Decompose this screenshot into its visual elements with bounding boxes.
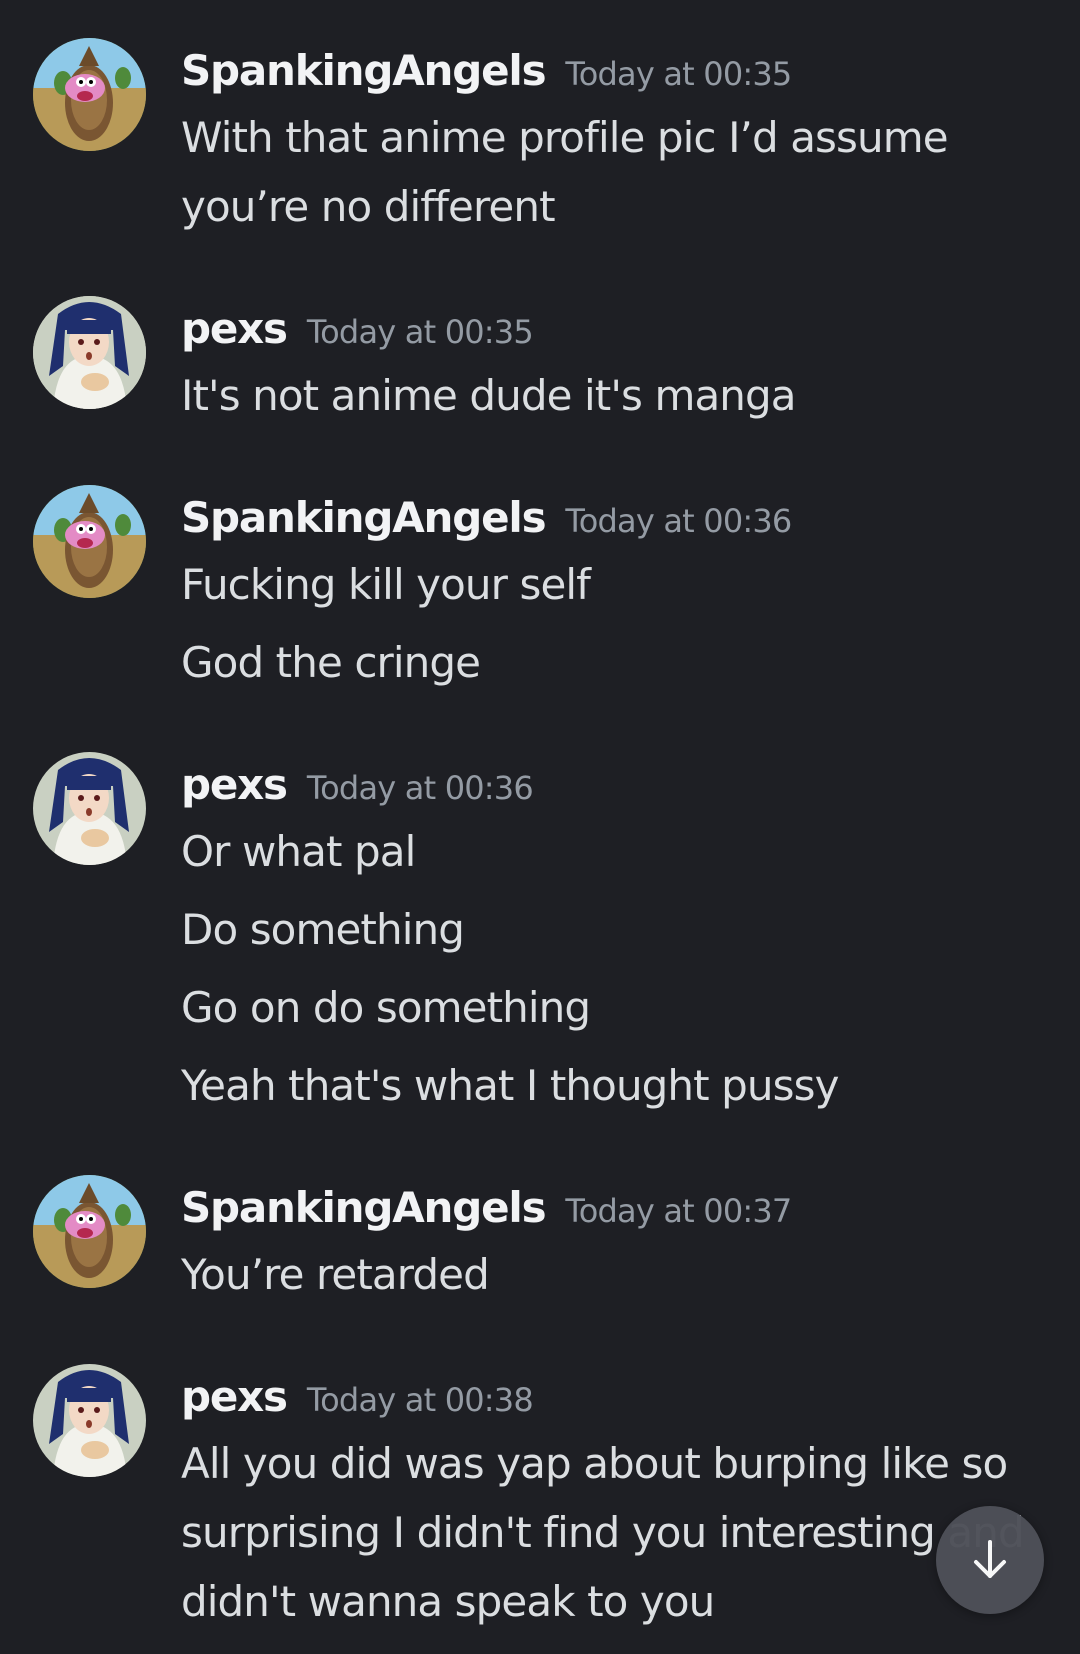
message-text: Fucking kill your self xyxy=(181,560,591,609)
avatar-pexs[interactable] xyxy=(33,752,146,865)
message-header: SpankingAngels Today at 00:37 xyxy=(181,1183,792,1243)
message-header: pexs Today at 00:36 xyxy=(181,760,534,820)
message-text: Or what pal xyxy=(181,827,416,876)
message-text: It's not anime dude it's manga xyxy=(181,371,797,420)
message-header: SpankingAngels Today at 00:36 xyxy=(181,493,792,553)
message-text: All you did was yap about burping like s… xyxy=(181,1439,1008,1488)
scroll-to-bottom-button[interactable] xyxy=(936,1506,1044,1614)
username[interactable]: pexs xyxy=(181,1372,288,1421)
username[interactable]: SpankingAngels xyxy=(181,1183,547,1232)
arrow-down-icon xyxy=(974,1540,1006,1578)
chat-message-list[interactable]: SpankingAngels Today at 00:35 With that a… xyxy=(0,0,1080,1654)
message-text: didn't wanna speak to you xyxy=(181,1577,715,1626)
avatar-spankingangels[interactable] xyxy=(33,485,146,598)
avatar-spankingangels[interactable] xyxy=(33,38,146,151)
message-text: Do something xyxy=(181,905,465,954)
message-text: Go on do something xyxy=(181,983,591,1032)
username[interactable]: SpankingAngels xyxy=(181,493,547,542)
username[interactable]: SpankingAngels xyxy=(181,46,547,95)
avatar-spankingangels[interactable] xyxy=(33,1175,146,1288)
timestamp: Today at 00:36 xyxy=(306,769,534,807)
username[interactable]: pexs xyxy=(181,304,288,353)
message-text: Yeah that's what I thought pussy xyxy=(181,1061,839,1110)
message-header: pexs Today at 00:35 xyxy=(181,304,534,364)
timestamp: Today at 00:37 xyxy=(565,1192,792,1230)
timestamp: Today at 00:35 xyxy=(565,55,792,93)
timestamp: Today at 00:35 xyxy=(306,313,534,351)
timestamp: Today at 00:38 xyxy=(306,1381,534,1419)
message-text: surprising I didn't find you interesting… xyxy=(181,1508,1025,1557)
avatar-pexs[interactable] xyxy=(33,1364,146,1477)
message-text: You’re retarded xyxy=(181,1250,490,1299)
message-text: you’re no different xyxy=(181,182,556,231)
message-header: SpankingAngels Today at 00:35 xyxy=(181,46,792,106)
timestamp: Today at 00:36 xyxy=(565,502,792,540)
message-text: God the cringe xyxy=(181,638,481,687)
avatar-pexs[interactable] xyxy=(33,296,146,409)
message-header: pexs Today at 00:38 xyxy=(181,1372,534,1432)
username[interactable]: pexs xyxy=(181,760,288,809)
message-text: With that anime profile pic I’d assume xyxy=(181,113,949,162)
